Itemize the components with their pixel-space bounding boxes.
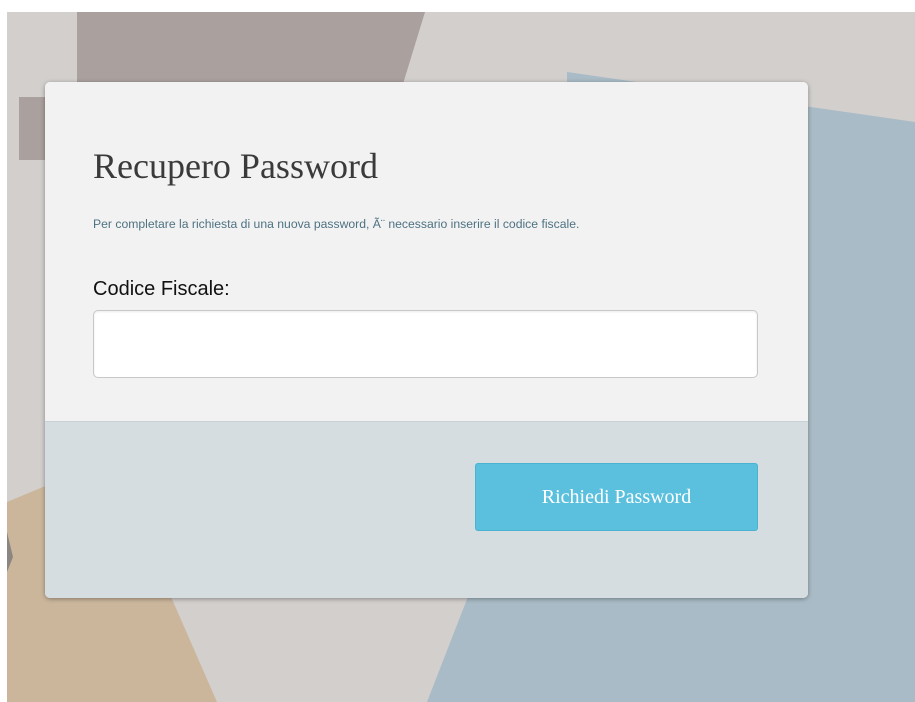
codice-fiscale-label: Codice Fiscale: — [93, 278, 230, 300]
request-password-button[interactable]: Richiedi Password — [475, 463, 758, 531]
instructions-text: Per completare la richiesta di una nuova… — [93, 217, 580, 231]
password-recovery-card: Recupero Password Per completare la rich… — [45, 82, 808, 598]
page-background: Recupero Password Per completare la rich… — [7, 12, 915, 702]
codice-fiscale-input[interactable] — [93, 310, 758, 378]
page-title: Recupero Password — [93, 146, 378, 186]
card-body: Recupero Password Per completare la rich… — [45, 82, 808, 421]
